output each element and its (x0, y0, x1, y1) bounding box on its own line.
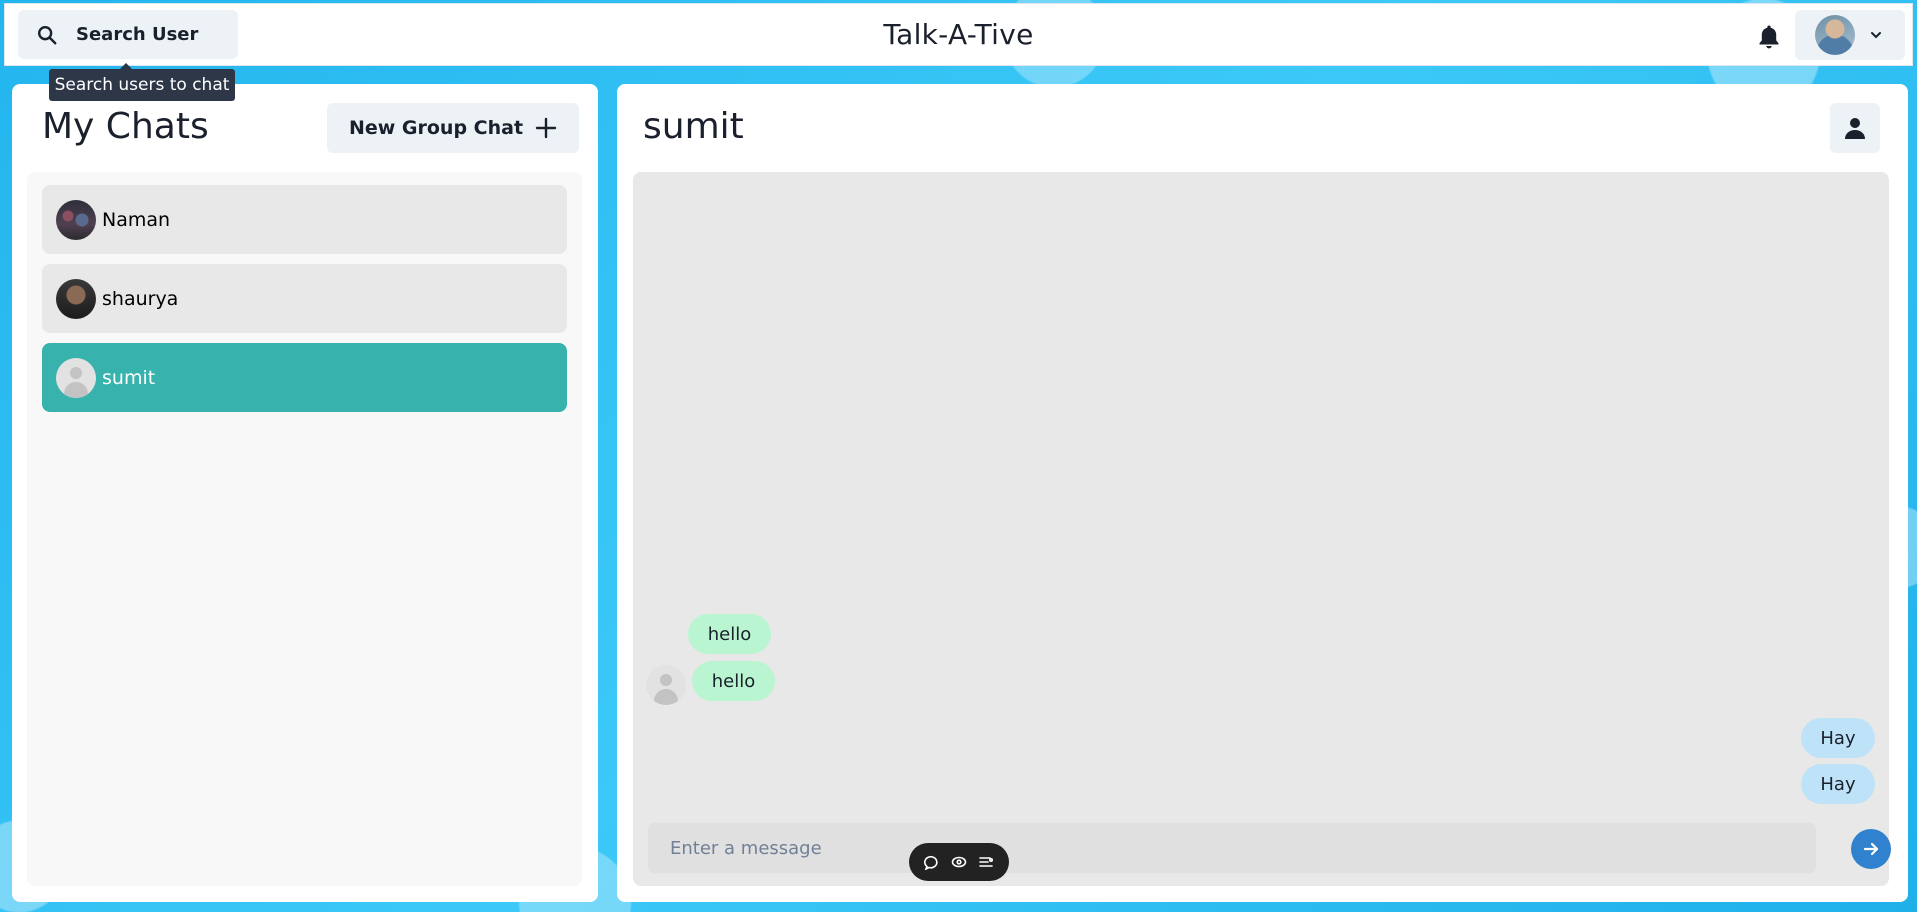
avatar (56, 278, 96, 319)
avatar (1815, 15, 1855, 55)
plus-icon (535, 117, 557, 139)
chat-item-shaurya[interactable]: shaurya (42, 264, 567, 333)
chat-item-name: shaurya (102, 287, 179, 310)
avatar (56, 199, 96, 240)
new-group-chat-label: New Group Chat (348, 117, 524, 139)
app-title: Talk-A-Tive (883, 18, 1034, 51)
top-header: Search User Talk-A-Tive (4, 3, 1913, 66)
user-icon (1845, 118, 1865, 139)
chat-list: Naman shaurya sumit (27, 172, 582, 886)
chat-panel: sumit hello hello Hay Hay (617, 84, 1908, 902)
chat-item-naman[interactable]: Naman (42, 185, 567, 254)
message-bubble: Hay (1801, 718, 1875, 758)
avatar (646, 665, 686, 705)
profile-menu-button[interactable] (1795, 10, 1905, 60)
message-input[interactable] (648, 823, 1816, 873)
avatar (56, 357, 96, 398)
chat-item-name: Naman (102, 208, 171, 231)
view-profile-button[interactable] (1830, 103, 1880, 153)
my-chats-panel: My Chats New Group Chat Naman shaurya su… (12, 84, 598, 902)
chat-item-sumit[interactable]: sumit (42, 343, 567, 412)
message-bubble: Hay (1801, 764, 1875, 804)
message-bubble: hello (688, 614, 771, 654)
my-chats-title: My Chats (42, 106, 209, 147)
new-group-chat-button[interactable]: New Group Chat (327, 103, 579, 153)
chevron-down-icon (1871, 32, 1881, 39)
messages-area: hello hello Hay Hay (633, 172, 1891, 886)
settings-list-icon[interactable] (978, 854, 994, 870)
floating-toolbar (909, 843, 1009, 881)
arrow-right-icon (1863, 842, 1879, 856)
eye-icon[interactable] (951, 854, 967, 870)
chat-item-name: sumit (102, 366, 156, 389)
message-bubble: hello (692, 661, 775, 701)
chat-title: sumit (643, 106, 744, 147)
comment-icon[interactable] (924, 854, 940, 870)
search-tooltip: Search users to chat (49, 63, 235, 101)
bell-icon[interactable] (1757, 24, 1781, 50)
send-button[interactable] (1851, 829, 1891, 869)
